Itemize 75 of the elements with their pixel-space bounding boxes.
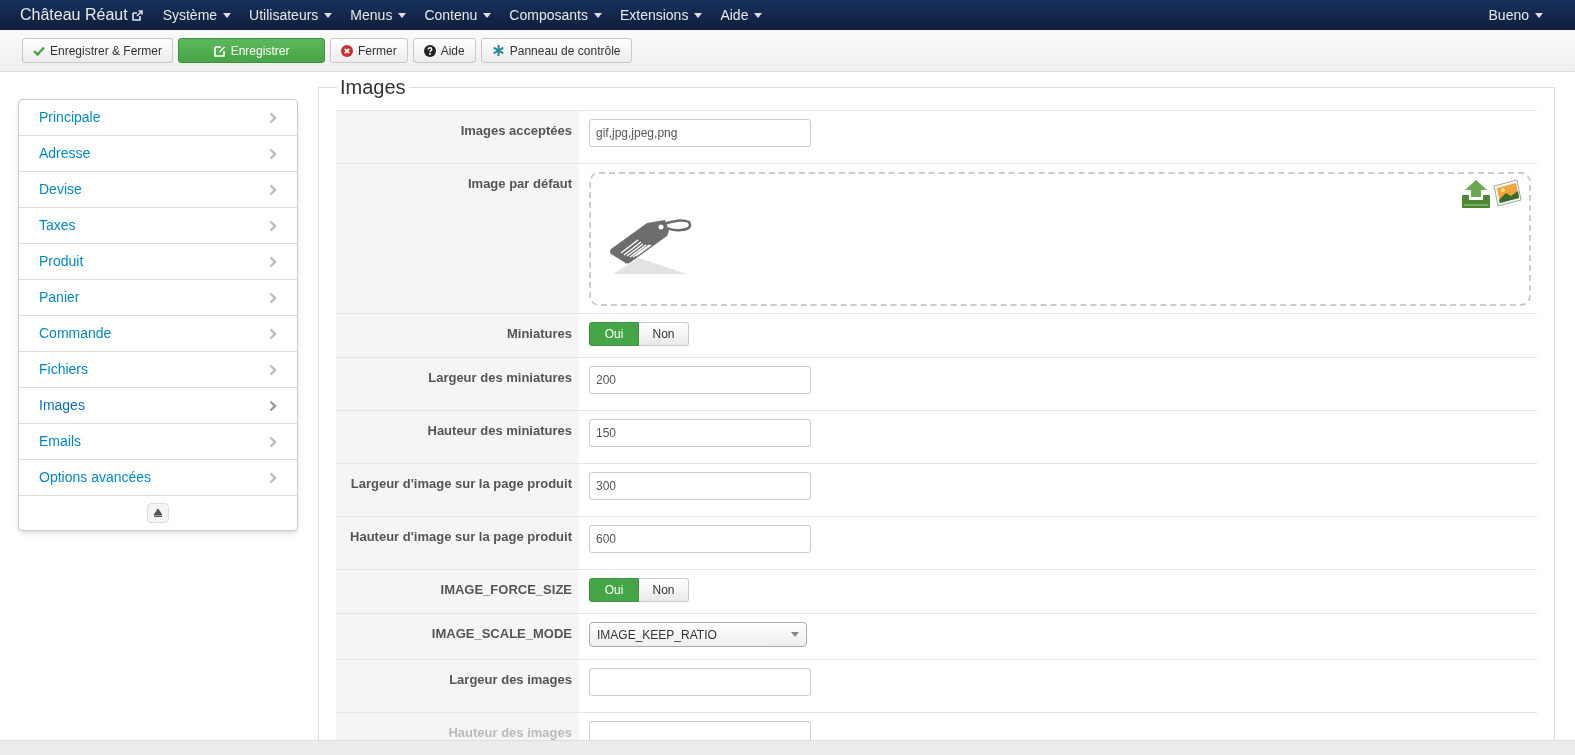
sidebar-item[interactable]: Taxes <box>19 208 297 244</box>
dashboard-button[interactable]: Panneau de contrôle <box>480 38 632 63</box>
chevron-right-icon <box>269 435 277 448</box>
chevron-right-icon <box>269 219 277 232</box>
field-label: IMAGE_FORCE_SIZE <box>336 570 579 613</box>
menu-item[interactable]: Contenu <box>424 4 492 26</box>
sidebar-item[interactable]: Options avancées <box>19 460 297 496</box>
site-title-link[interactable]: Château Réaut <box>20 3 143 27</box>
chevron-right-icon <box>269 471 277 484</box>
field-label: Images acceptées <box>336 111 579 163</box>
menu-item[interactable]: Utilisateurs <box>249 4 333 26</box>
picture-icon <box>1491 178 1523 208</box>
sidebar-item[interactable]: Devise <box>19 172 297 208</box>
sidebar-item[interactable]: Panier <box>19 280 297 316</box>
save-close-button[interactable]: Enregistrer & Fermer <box>22 38 174 63</box>
menu-item[interactable]: Système <box>162 4 232 26</box>
price-tag-icon <box>609 216 693 274</box>
external-link-icon <box>131 9 143 21</box>
text-field[interactable] <box>589 668 811 696</box>
sidebar-item[interactable]: Adresse <box>19 136 297 172</box>
caret-icon <box>754 12 763 18</box>
asterisk-icon <box>491 44 505 57</box>
toggle-option[interactable]: Non <box>639 322 689 346</box>
help-button[interactable]: Aide <box>412 38 476 63</box>
caret-icon <box>1535 12 1543 18</box>
menu-item[interactable]: Aide <box>720 4 763 26</box>
chevron-right-icon <box>269 291 277 304</box>
image-drop-zone[interactable] <box>589 172 1531 306</box>
upload-tray-icon <box>1461 179 1491 209</box>
field-label: Largeur des miniatures <box>336 358 579 410</box>
caret-icon <box>398 12 407 18</box>
chevron-right-icon <box>269 327 277 340</box>
field-label: Miniatures <box>336 314 579 357</box>
user-menu[interactable]: Bueno <box>1488 4 1543 26</box>
field-label: Hauteur des miniatures <box>336 411 579 463</box>
collapse-button[interactable] <box>147 503 169 523</box>
field-label: Largeur d'image sur la page produit <box>336 464 579 516</box>
caret-icon <box>694 12 703 18</box>
field-label: Image par défaut <box>336 164 579 313</box>
sidebar-item[interactable]: Images <box>19 388 297 424</box>
menu-item[interactable]: Extensions <box>619 4 703 26</box>
chevron-right-icon <box>269 147 277 160</box>
checkmark-icon <box>33 45 45 56</box>
sidebar-item[interactable]: Emails <box>19 424 297 460</box>
field-label: Largeur des images <box>336 660 579 712</box>
dropdown-select[interactable]: IMAGE_KEEP_RATIO <box>589 622 807 647</box>
edit-icon <box>213 44 226 57</box>
sidebar-item[interactable]: Principale <box>19 100 297 136</box>
field-label: IMAGE_SCALE_MODE <box>336 614 579 659</box>
chevron-right-icon <box>269 399 277 412</box>
caret-icon <box>593 12 602 18</box>
menu-item[interactable]: Menus <box>350 4 407 26</box>
chevron-right-icon <box>269 255 277 268</box>
field-label: Hauteur d'image sur la page produit <box>336 517 579 569</box>
sidebar-item[interactable]: Produit <box>19 244 297 280</box>
text-field[interactable]: 150 <box>589 419 811 447</box>
toggle-option[interactable]: Non <box>639 578 689 602</box>
text-field[interactable]: gif,jpg,jpeg,png <box>589 119 811 147</box>
caret-icon <box>483 12 492 18</box>
caret-icon <box>223 12 232 18</box>
eject-icon <box>153 508 163 518</box>
menu-item[interactable]: Composants <box>509 4 602 26</box>
field-label: Hauteur des images <box>336 713 579 740</box>
chevron-right-icon <box>269 363 277 376</box>
sidebar-item[interactable]: Commande <box>19 316 297 352</box>
text-field[interactable]: 200 <box>589 366 811 394</box>
caret-icon <box>324 12 333 18</box>
text-field[interactable]: 600 <box>589 525 811 553</box>
help-icon <box>423 44 436 57</box>
text-field[interactable]: 300 <box>589 472 811 500</box>
chevron-right-icon <box>269 111 277 124</box>
caret-icon <box>791 632 799 637</box>
close-circle-icon <box>341 44 354 57</box>
chevron-right-icon <box>269 183 277 196</box>
close-button[interactable]: Fermer <box>330 38 408 63</box>
